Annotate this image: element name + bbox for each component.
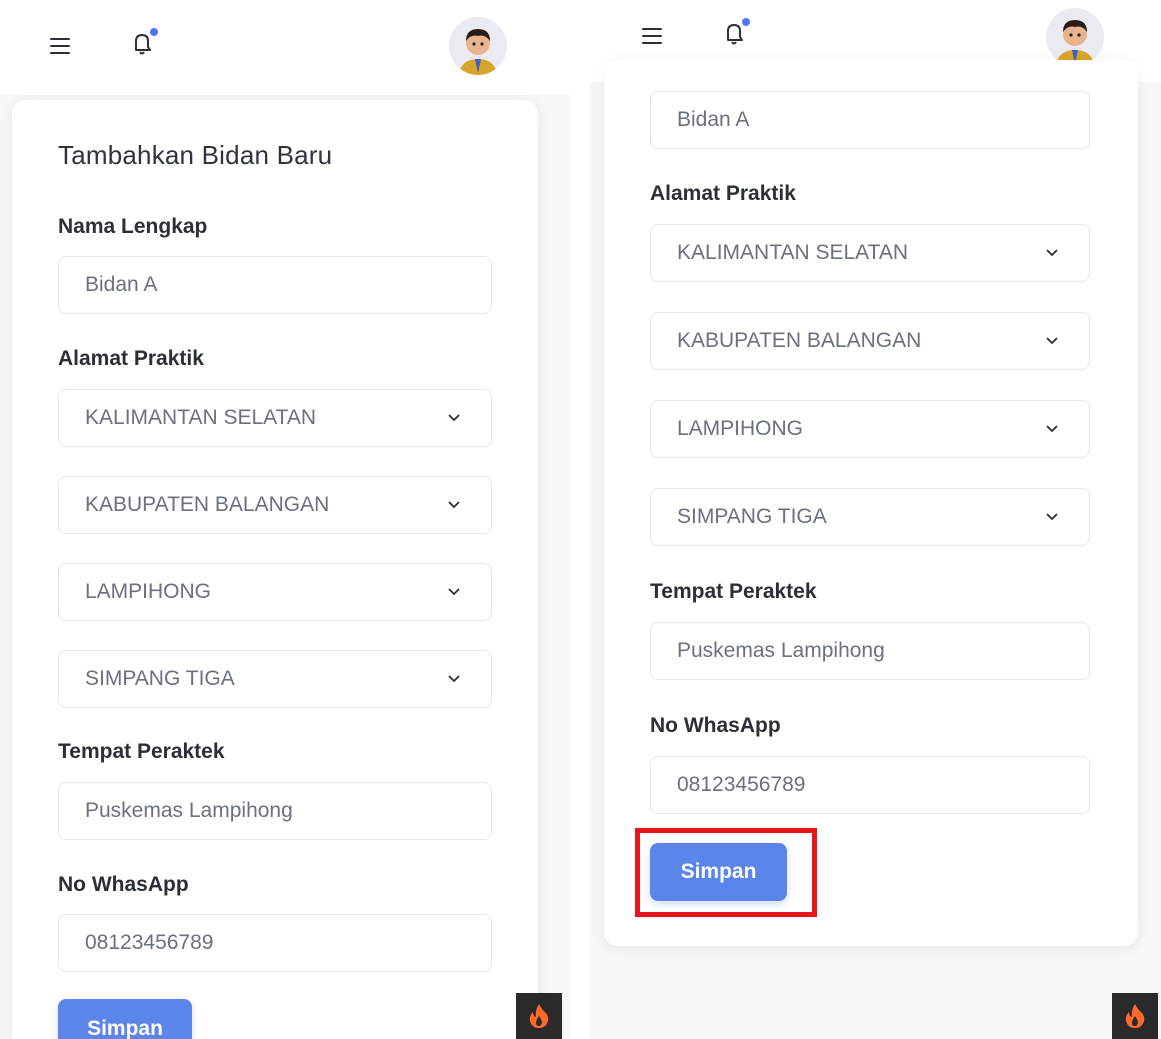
district-value: LAMPIHONG xyxy=(85,580,212,603)
flame-icon[interactable] xyxy=(516,993,562,1039)
province-value: KALIMANTAN SELATAN xyxy=(85,406,317,429)
tempat-value: Puskemas Lampihong xyxy=(85,799,293,822)
hamburger-menu-icon[interactable] xyxy=(642,28,662,44)
hamburger-menu-icon[interactable] xyxy=(50,38,70,54)
left-screen: Tambahkan Bidan Baru Nama Lengkap Bidan … xyxy=(0,0,570,1039)
chevron-down-icon xyxy=(448,501,460,509)
village-value: SIMPANG TIGA xyxy=(677,505,827,528)
alamat-label: Alamat Praktik xyxy=(650,182,796,205)
highlight-box xyxy=(635,828,817,917)
whatsapp-label: No WhasApp xyxy=(650,714,781,737)
whatsapp-input[interactable]: 08123456789 xyxy=(650,756,1090,814)
nama-value: Bidan A xyxy=(677,108,750,131)
tempat-input[interactable]: Puskemas Lampihong xyxy=(58,782,492,840)
notification-dot xyxy=(742,18,750,26)
regency-value: KABUPATEN BALANGAN xyxy=(677,329,922,352)
nama-input[interactable]: Bidan A xyxy=(650,91,1090,149)
right-screen: Bidan A Alamat Praktik KALIMANTAN SELATA… xyxy=(590,0,1161,1039)
district-select[interactable]: LAMPIHONG xyxy=(58,563,492,621)
avatar[interactable] xyxy=(449,17,507,75)
bell-icon[interactable] xyxy=(128,28,158,58)
chevron-down-icon xyxy=(448,675,460,683)
tempat-label: Tempat Peraktek xyxy=(58,740,225,763)
chevron-down-icon xyxy=(1046,249,1058,257)
regency-value: KABUPATEN BALANGAN xyxy=(85,493,330,516)
district-value: LAMPIHONG xyxy=(677,417,804,440)
flame-icon[interactable] xyxy=(1112,993,1158,1039)
chevron-down-icon xyxy=(1046,425,1058,433)
nama-input[interactable]: Bidan A xyxy=(58,256,492,314)
notification-dot xyxy=(150,28,158,36)
whatsapp-value: 08123456789 xyxy=(85,931,214,954)
whatsapp-input[interactable]: 08123456789 xyxy=(58,914,492,972)
chevron-down-icon xyxy=(448,588,460,596)
chevron-down-icon xyxy=(1046,513,1058,521)
chevron-down-icon xyxy=(448,414,460,422)
village-select[interactable]: SIMPANG TIGA xyxy=(58,650,492,708)
province-select[interactable]: KALIMANTAN SELATAN xyxy=(650,224,1090,282)
nama-label: Nama Lengkap xyxy=(58,215,208,238)
province-select[interactable]: KALIMANTAN SELATAN xyxy=(58,389,492,447)
whatsapp-label: No WhasApp xyxy=(58,873,189,896)
province-value: KALIMANTAN SELATAN xyxy=(677,241,909,264)
save-button[interactable]: Simpan xyxy=(58,999,192,1039)
nama-value: Bidan A xyxy=(85,273,158,296)
form-title: Tambahkan Bidan Baru xyxy=(58,140,333,170)
alamat-label: Alamat Praktik xyxy=(58,347,204,370)
tempat-input[interactable]: Puskemas Lampihong xyxy=(650,622,1090,680)
bell-icon[interactable] xyxy=(720,18,750,48)
regency-select[interactable]: KABUPATEN BALANGAN xyxy=(58,476,492,534)
chevron-down-icon xyxy=(1046,337,1058,345)
avatar[interactable] xyxy=(1046,8,1104,66)
tempat-value: Puskemas Lampihong xyxy=(677,639,885,662)
district-select[interactable]: LAMPIHONG xyxy=(650,400,1090,458)
regency-select[interactable]: KABUPATEN BALANGAN xyxy=(650,312,1090,370)
village-select[interactable]: SIMPANG TIGA xyxy=(650,488,1090,546)
top-bar xyxy=(0,0,570,95)
whatsapp-value: 08123456789 xyxy=(677,773,806,796)
tempat-label: Tempat Peraktek xyxy=(650,580,817,603)
village-value: SIMPANG TIGA xyxy=(85,667,235,690)
